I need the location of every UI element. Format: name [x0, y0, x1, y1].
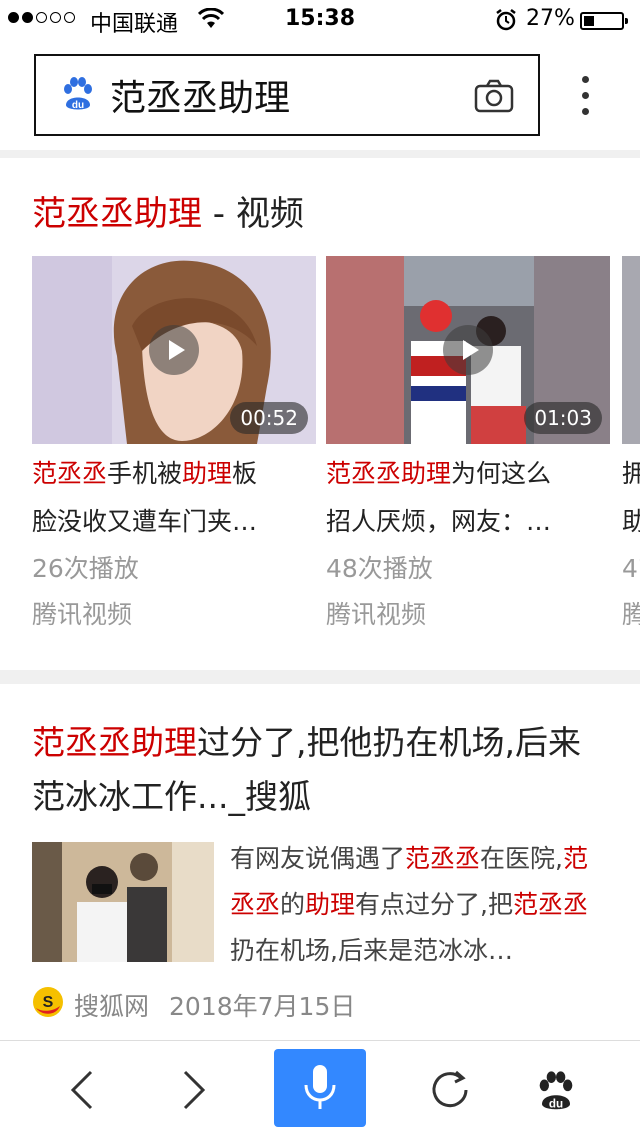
video-title-line2[interactable]: 助 — [622, 498, 640, 546]
video-thumbnail[interactable]: 01:03 — [326, 256, 610, 444]
video-card[interactable]: 01:03 范丞丞助理为何这么 招人厌烦，网友：… 48次播放 腾讯视频 — [326, 256, 610, 638]
play-icon[interactable] — [149, 325, 199, 375]
battery-icon — [580, 12, 628, 30]
more-vertical-icon[interactable] — [582, 76, 589, 115]
video-title-line2[interactable]: 脸没收又遭车门夹… — [32, 498, 316, 546]
video-thumbnail[interactable]: 00:52 — [32, 256, 316, 444]
forward-icon[interactable] — [164, 1051, 224, 1129]
video-title[interactable]: 拥 — [622, 450, 640, 498]
svg-text:du: du — [72, 100, 84, 111]
video-title[interactable]: 范丞丞手机被助理板 — [32, 450, 316, 498]
article-snippet: 有网友说偶遇了范丞丞在医院,范丞丞的助理有点过分了,把范丞丞扔在机场,后来是范冰… — [230, 844, 589, 965]
search-query-text[interactable]: 范丞丞助理 — [110, 69, 290, 121]
baidu-paw-icon: du — [60, 75, 96, 115]
play-icon[interactable] — [443, 325, 493, 375]
status-bar: 中国联通 15:38 27% — [0, 0, 640, 40]
svg-text:du: du — [549, 1098, 563, 1111]
video-play-count: 48次播放 — [326, 554, 433, 583]
bottom-toolbar: du — [0, 1040, 640, 1137]
video-duration: 00:52 — [230, 402, 308, 434]
svg-text:S: S — [43, 994, 54, 1011]
video-title-line2[interactable]: 招人厌烦，网友：… — [326, 498, 610, 546]
video-section-title[interactable]: 范丞丞助理 - 视频 — [32, 186, 304, 235]
video-source: 腾讯视频 — [326, 600, 427, 629]
article-title-link[interactable]: 范丞丞助理过分了,把他扔在机场,后来范冰冰工作..._搜狐 — [32, 716, 612, 824]
article-source: S 搜狐网 2018年7月15日 — [32, 986, 355, 1024]
sohu-logo-icon: S — [32, 986, 64, 1024]
voice-search-icon[interactable] — [274, 1049, 366, 1127]
alarm-icon — [494, 8, 518, 38]
search-box[interactable]: du 范丞丞助理 — [34, 54, 540, 136]
video-source: 腾 — [622, 600, 640, 629]
camera-icon[interactable] — [474, 78, 514, 118]
refresh-icon[interactable] — [420, 1051, 480, 1129]
video-source: 腾讯视频 — [32, 600, 133, 629]
battery-percent: 27% — [526, 6, 575, 31]
video-card[interactable]: 00:52 范丞丞手机被助理板 脸没收又遭车门夹… 26次播放 腾讯视频 — [32, 256, 316, 638]
video-thumbnail[interactable] — [622, 256, 640, 444]
section-divider — [0, 150, 640, 158]
video-card[interactable]: 拥 助 47 腾 — [622, 256, 640, 638]
source-name: 搜狐网 — [74, 992, 150, 1021]
video-title[interactable]: 范丞丞助理为何这么 — [326, 450, 610, 498]
section-divider — [0, 670, 640, 684]
back-icon[interactable] — [52, 1051, 112, 1129]
article-thumbnail[interactable] — [32, 842, 214, 962]
video-play-count: 26次播放 — [32, 554, 139, 583]
video-play-count: 47 — [622, 554, 640, 583]
baidu-home-icon[interactable]: du — [526, 1051, 586, 1129]
publish-date: 2018年7月15日 — [169, 992, 356, 1021]
video-duration: 01:03 — [524, 402, 602, 434]
